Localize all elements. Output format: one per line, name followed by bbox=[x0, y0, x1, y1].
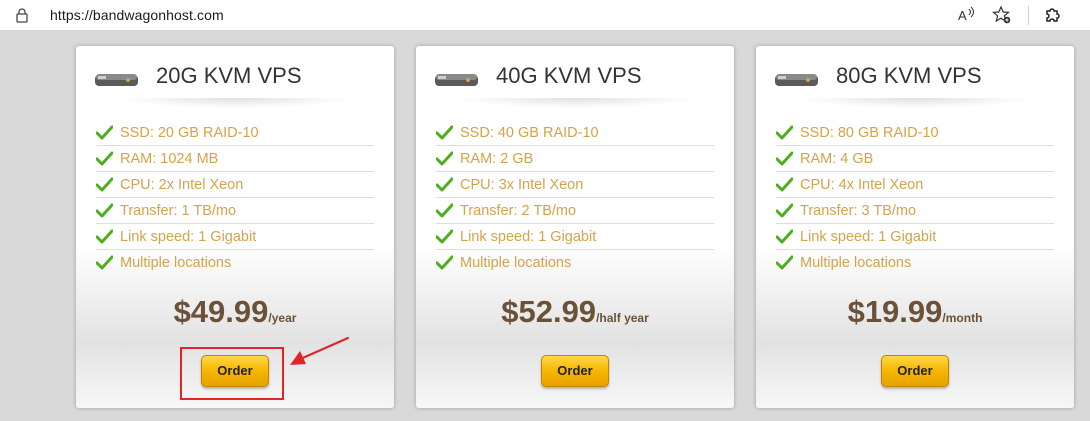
checkmark-icon bbox=[776, 125, 793, 140]
feature-label: SSD: 80 GB RAID-10 bbox=[800, 125, 939, 141]
feature-item: RAM: 4 GB bbox=[776, 146, 1054, 172]
feature-item: Multiple locations bbox=[776, 250, 1054, 276]
plan-card-80g: 80G KVM VPS SSD: 80 GB RAID-10 RAM: 4 GB… bbox=[756, 46, 1074, 408]
server-icon bbox=[95, 74, 138, 86]
price-period: /year bbox=[268, 311, 297, 325]
checkmark-icon bbox=[96, 229, 113, 244]
checkmark-icon bbox=[776, 255, 793, 270]
feature-item: Link speed: 1 Gigabit bbox=[776, 224, 1054, 250]
checkmark-icon bbox=[436, 177, 453, 192]
feature-label: RAM: 4 GB bbox=[800, 151, 874, 167]
feature-label: Transfer: 2 TB/mo bbox=[460, 203, 577, 219]
feature-item: Transfer: 3 TB/mo bbox=[776, 198, 1054, 224]
address-bar-url[interactable]: https://bandwagonhost.com bbox=[50, 7, 224, 23]
price: $49.99/year bbox=[76, 294, 394, 330]
price: $52.99/half year bbox=[416, 294, 734, 330]
checkmark-icon bbox=[96, 125, 113, 140]
extensions-icon[interactable] bbox=[1043, 5, 1063, 25]
lock-icon[interactable] bbox=[14, 7, 30, 23]
feature-label: RAM: 1024 MB bbox=[120, 151, 219, 167]
feature-item: SSD: 80 GB RAID-10 bbox=[776, 120, 1054, 146]
price-amount: $19.99 bbox=[847, 294, 943, 329]
page-content: 20G KVM VPS SSD: 20 GB RAID-10 RAM: 1024… bbox=[0, 32, 1090, 421]
plan-card-40g: 40G KVM VPS SSD: 40 GB RAID-10 RAM: 2 GB… bbox=[416, 46, 734, 408]
feature-label: SSD: 40 GB RAID-10 bbox=[460, 125, 599, 141]
feature-label: Link speed: 1 Gigabit bbox=[460, 229, 597, 245]
toolbar-separator bbox=[1028, 6, 1029, 25]
price: $19.99/month bbox=[756, 294, 1074, 330]
checkmark-icon bbox=[436, 203, 453, 218]
feature-item: Link speed: 1 Gigabit bbox=[436, 224, 714, 250]
price-amount: $49.99 bbox=[173, 294, 269, 329]
feature-label: Multiple locations bbox=[800, 255, 912, 271]
order-button[interactable]: Order bbox=[881, 355, 949, 387]
annotation-arrow-icon bbox=[290, 336, 350, 365]
plan-title: 40G KVM VPS bbox=[496, 63, 642, 88]
feature-item: RAM: 1024 MB bbox=[96, 146, 374, 172]
feature-item: Transfer: 1 TB/mo bbox=[96, 198, 374, 224]
feature-item: CPU: 3x Intel Xeon bbox=[436, 172, 714, 198]
checkmark-icon bbox=[96, 255, 113, 270]
feature-label: Transfer: 1 TB/mo bbox=[120, 203, 237, 219]
feature-list: SSD: 80 GB RAID-10 RAM: 4 GB CPU: 4x Int… bbox=[776, 120, 1054, 276]
plan-header: 40G KVM VPS bbox=[434, 63, 704, 93]
feature-label: RAM: 2 GB bbox=[460, 151, 534, 167]
feature-list: SSD: 40 GB RAID-10 RAM: 2 GB CPU: 3x Int… bbox=[436, 120, 714, 276]
feature-label: Multiple locations bbox=[460, 255, 572, 271]
checkmark-icon bbox=[96, 203, 113, 218]
feature-label: Link speed: 1 Gigabit bbox=[120, 229, 257, 245]
feature-item: RAM: 2 GB bbox=[436, 146, 714, 172]
checkmark-icon bbox=[96, 151, 113, 166]
order-button[interactable]: Order bbox=[541, 355, 609, 387]
feature-label: SSD: 20 GB RAID-10 bbox=[120, 125, 259, 141]
checkmark-icon bbox=[776, 151, 793, 166]
plan-title: 20G KVM VPS bbox=[156, 63, 302, 88]
title-shadow bbox=[796, 98, 1036, 108]
feature-item: Transfer: 2 TB/mo bbox=[436, 198, 714, 224]
title-shadow bbox=[116, 98, 356, 108]
checkmark-icon bbox=[776, 203, 793, 218]
plan-header: 80G KVM VPS bbox=[774, 63, 1044, 93]
price-period: /month bbox=[942, 311, 983, 325]
checkmark-icon bbox=[436, 151, 453, 166]
feature-list: SSD: 20 GB RAID-10 RAM: 1024 MB CPU: 2x … bbox=[96, 120, 374, 276]
checkmark-icon bbox=[776, 177, 793, 192]
read-aloud-icon[interactable]: A bbox=[956, 5, 976, 25]
feature-item: SSD: 20 GB RAID-10 bbox=[96, 120, 374, 146]
server-icon bbox=[775, 74, 818, 86]
feature-item: Multiple locations bbox=[436, 250, 714, 276]
feature-label: CPU: 3x Intel Xeon bbox=[460, 177, 584, 193]
feature-label: Transfer: 3 TB/mo bbox=[800, 203, 917, 219]
feature-label: CPU: 4x Intel Xeon bbox=[800, 177, 924, 193]
checkmark-icon bbox=[436, 229, 453, 244]
checkmark-icon bbox=[96, 177, 113, 192]
plan-header: 20G KVM VPS bbox=[94, 63, 364, 93]
feature-label: Multiple locations bbox=[120, 255, 232, 271]
checkmark-icon bbox=[776, 229, 793, 244]
feature-item: Multiple locations bbox=[96, 250, 374, 276]
price-period: /half year bbox=[596, 311, 649, 325]
feature-label: Link speed: 1 Gigabit bbox=[800, 229, 937, 245]
svg-text:A: A bbox=[958, 8, 967, 23]
plan-title: 80G KVM VPS bbox=[836, 63, 982, 88]
checkmark-icon bbox=[436, 255, 453, 270]
annotation-highlight-box bbox=[180, 347, 284, 400]
feature-label: CPU: 2x Intel Xeon bbox=[120, 177, 244, 193]
server-icon bbox=[435, 74, 478, 86]
title-shadow bbox=[456, 98, 696, 108]
price-amount: $52.99 bbox=[501, 294, 597, 329]
feature-item: CPU: 4x Intel Xeon bbox=[776, 172, 1054, 198]
feature-item: Link speed: 1 Gigabit bbox=[96, 224, 374, 250]
browser-toolbar: https://bandwagonhost.com A bbox=[0, 0, 1090, 31]
feature-item: SSD: 40 GB RAID-10 bbox=[436, 120, 714, 146]
feature-item: CPU: 2x Intel Xeon bbox=[96, 172, 374, 198]
favorite-icon[interactable] bbox=[992, 5, 1012, 25]
checkmark-icon bbox=[436, 125, 453, 140]
